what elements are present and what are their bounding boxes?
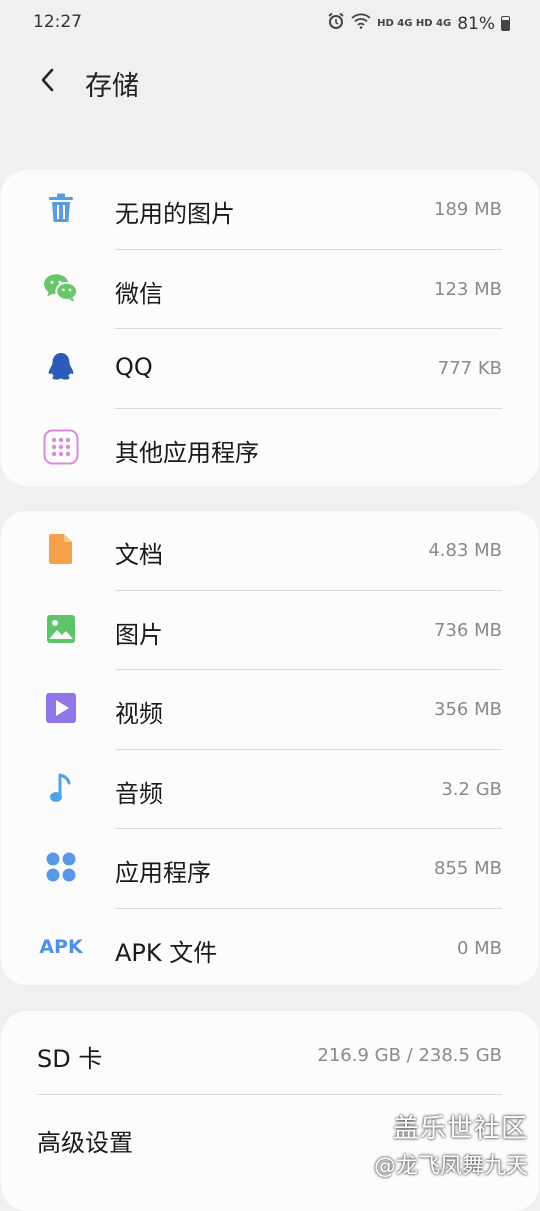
app-bar: 存储 (0, 52, 540, 108)
battery-icon (501, 16, 510, 31)
apps-icon (43, 849, 79, 885)
battery-percent: 81% (457, 13, 495, 34)
trash-icon (43, 190, 79, 226)
list-item-size: 855 MB (434, 858, 502, 879)
list-item-label: 其他应用程序 (115, 438, 259, 467)
video-icon (43, 690, 79, 726)
music-note-icon (43, 770, 79, 806)
list-item-size: 4.83 MB (428, 540, 502, 561)
watermark-community: 盖乐世社区 (392, 1114, 528, 1144)
list-item-label: 应用程序 (115, 859, 211, 887)
image-icon (43, 611, 79, 647)
apps-storage-card: 无用的图片 189 MB 微信 123 MB QQ 777 KB 其他应用程序 (1, 170, 539, 486)
list-item-sd-card[interactable]: SD 卡 216.9 GB / 238.5 GB (1, 1011, 539, 1095)
list-item-label: 无用的图片 (115, 200, 235, 228)
files-storage-card: 文档 4.83 MB 图片 736 MB 视频 356 MB 音频 3.2 GB… (1, 511, 539, 985)
apk-icon-text: APK (39, 935, 83, 958)
list-item-size: 777 KB (437, 358, 502, 379)
list-item-label: 视频 (115, 700, 163, 728)
list-item-size: 3.2 GB (441, 778, 502, 800)
list-item-label: QQ (115, 353, 153, 381)
list-item-label: APK 文件 (115, 938, 218, 967)
document-icon (43, 531, 79, 567)
list-item-documents[interactable]: 文档 4.83 MB (1, 511, 539, 591)
chevron-left-icon (41, 68, 54, 92)
list-item-label: 高级设置 (37, 1129, 133, 1157)
list-item-images[interactable]: 图片 736 MB (1, 591, 539, 670)
network-indicators: HD 4G HD 4G (377, 18, 452, 29)
list-item-other-apps[interactable]: 其他应用程序 (1, 409, 539, 489)
list-item-qq[interactable]: QQ 777 KB (1, 329, 539, 409)
list-item-size: 123 MB (434, 278, 502, 300)
alarm-icon (327, 12, 345, 35)
page-title: 存储 (85, 71, 139, 102)
sd-card-usage: 216.9 GB / 238.5 GB (317, 1045, 502, 1066)
list-item-label: 文档 (115, 541, 163, 569)
list-item-apk-files[interactable]: APK APK 文件 0 MB (1, 909, 539, 989)
back-button[interactable] (30, 62, 66, 98)
list-item-audio[interactable]: 音频 3.2 GB (1, 750, 539, 829)
list-item-size: 0 MB (456, 937, 502, 959)
list-item-unused-images[interactable]: 无用的图片 189 MB (1, 170, 539, 250)
apk-icon: APK (39, 929, 83, 965)
watermark-author: @龙飞凤舞九天 (373, 1154, 528, 1179)
list-item-label: 图片 (115, 620, 163, 649)
list-item-wechat[interactable]: 微信 123 MB (1, 250, 539, 329)
status-indicators: HD 4G HD 4G 81% (327, 12, 510, 35)
list-item-applications[interactable]: 应用程序 855 MB (1, 829, 539, 909)
list-item-videos[interactable]: 视频 356 MB (1, 670, 539, 750)
status-bar: 12:27 HD 4G HD 4G 81% (0, 0, 540, 44)
wifi-icon (351, 13, 371, 34)
list-item-label: SD 卡 (37, 1045, 103, 1073)
list-item-size: 189 MB (434, 199, 502, 220)
list-item-label: 音频 (115, 779, 163, 808)
qq-penguin-icon (43, 349, 79, 385)
wechat-icon (43, 270, 79, 306)
list-item-label: 微信 (115, 279, 163, 308)
list-item-size: 356 MB (434, 699, 502, 720)
status-time: 12:27 (33, 12, 82, 32)
app-grid-icon (43, 429, 79, 465)
list-item-size: 736 MB (434, 619, 502, 641)
